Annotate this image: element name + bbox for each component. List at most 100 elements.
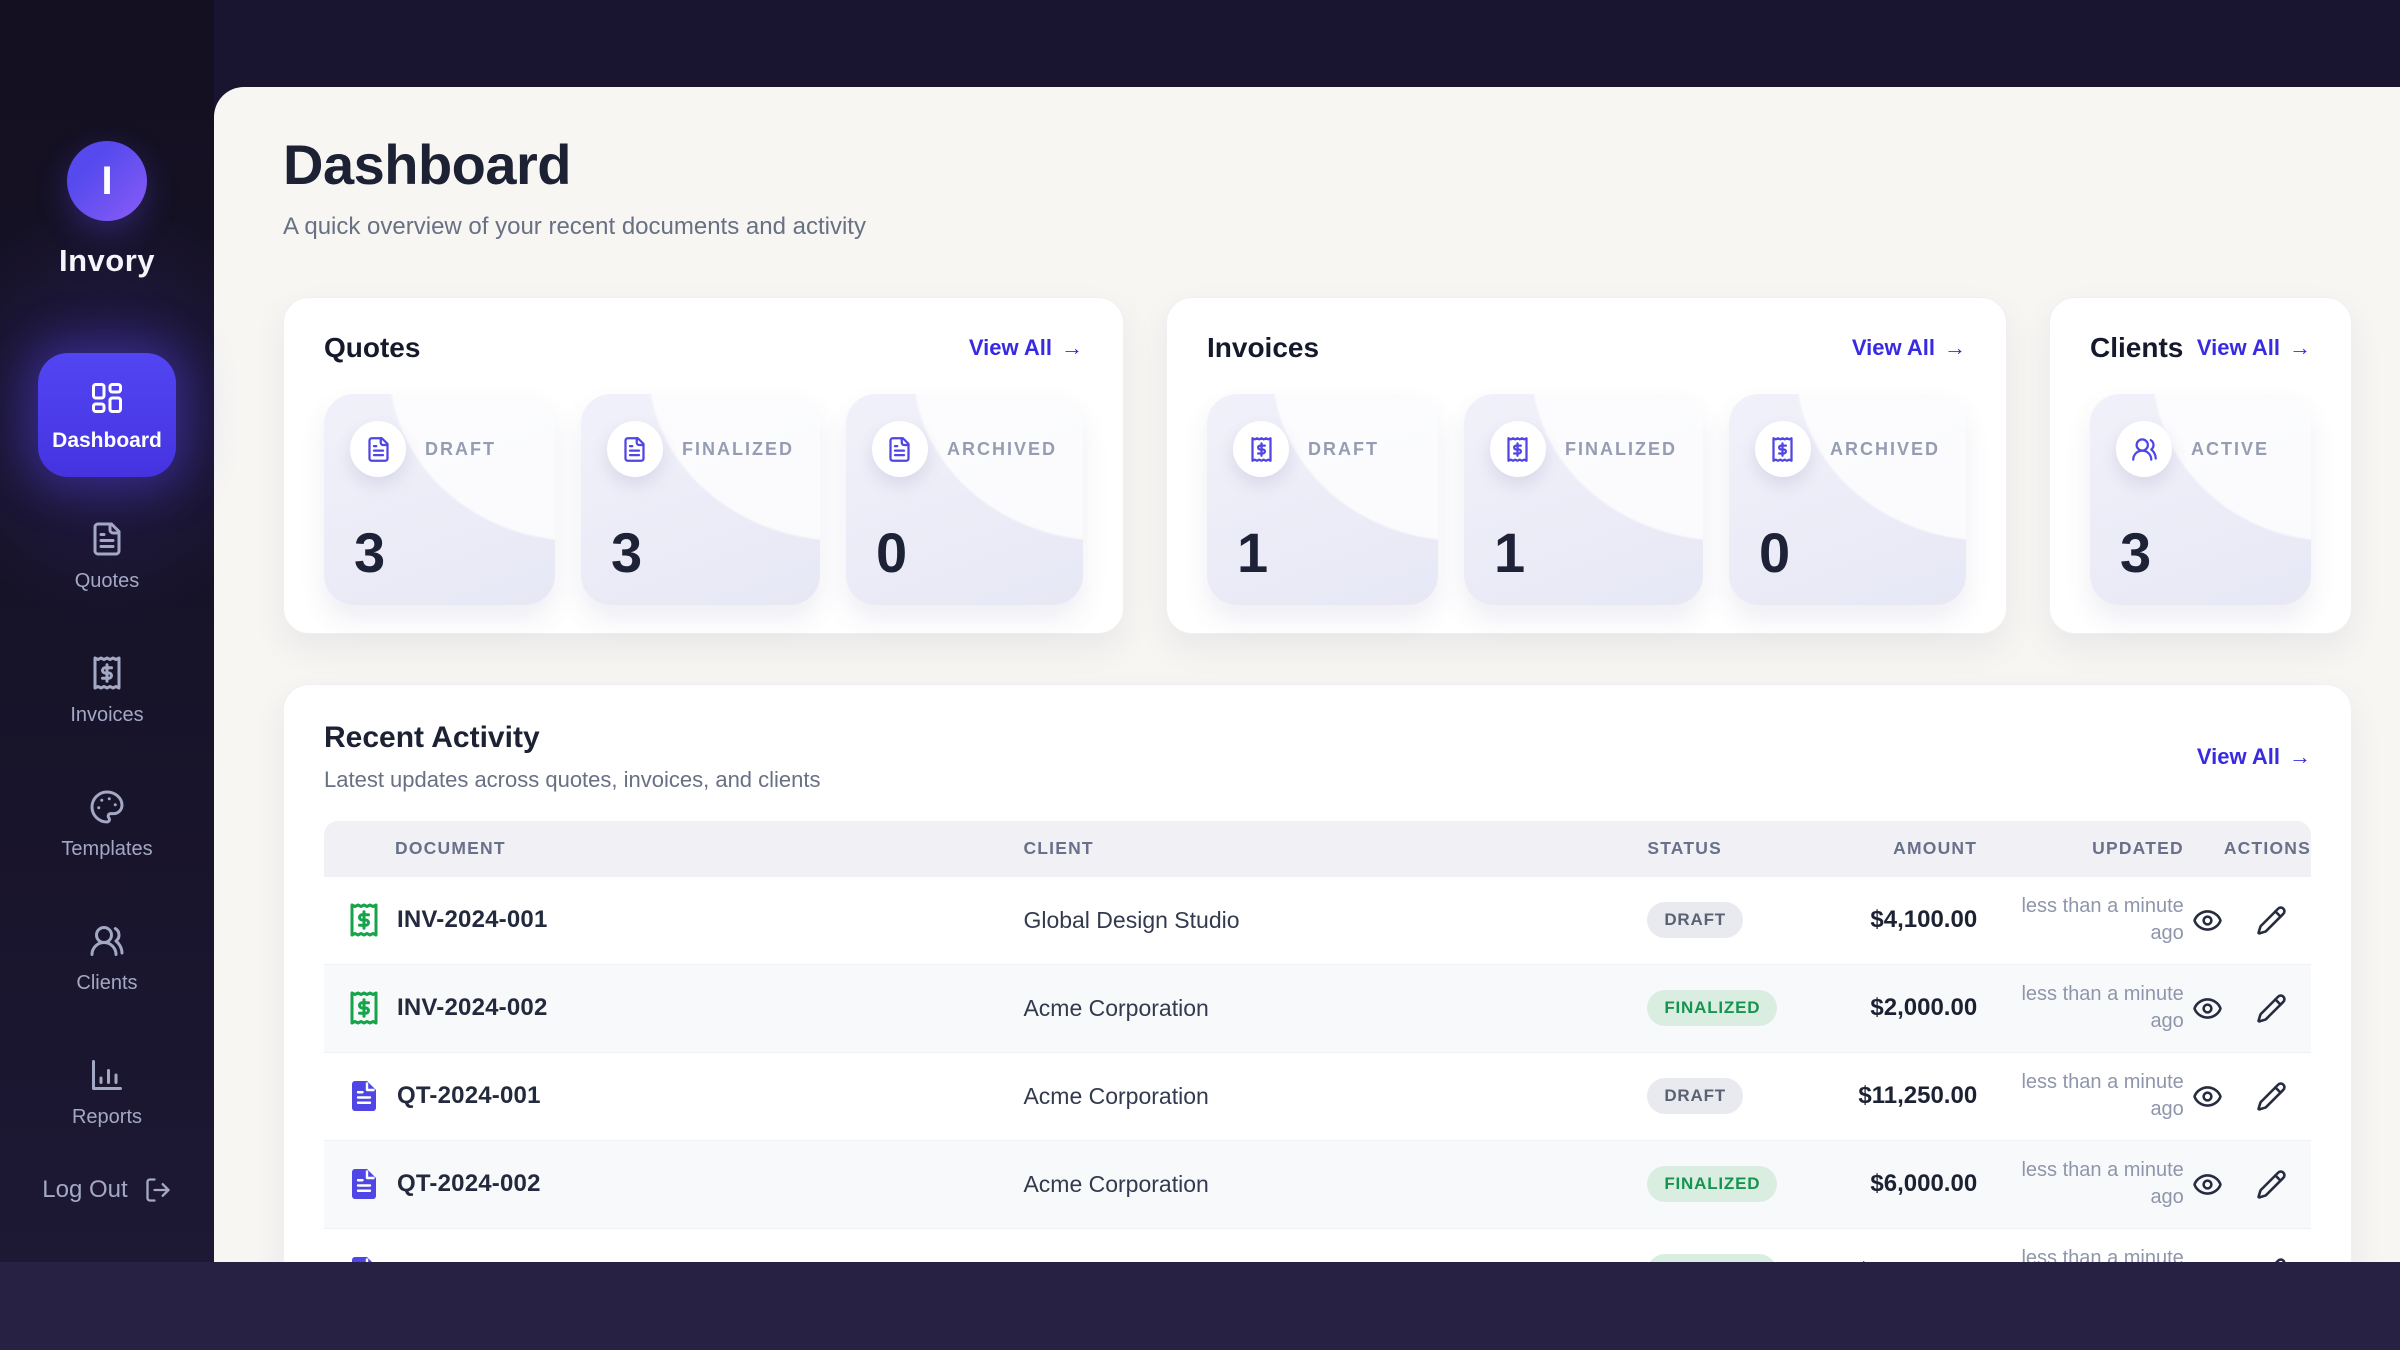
stat-tile-clients-active: ACTIVE 3: [2090, 394, 2311, 605]
arrow-right-icon: →: [2289, 335, 2311, 361]
stat-value: 3: [611, 525, 794, 581]
edit-icon[interactable]: [2256, 1169, 2287, 1200]
receipt-icon: [1755, 421, 1811, 477]
table-row[interactable]: INV-2024-001 Global Design Studio DRAFT …: [324, 876, 2311, 964]
stat-tile-invoices-finalized: FINALIZED 1: [1464, 394, 1703, 605]
file-icon: [346, 1078, 382, 1114]
edit-icon[interactable]: [2256, 905, 2287, 936]
brand-logo: I: [67, 141, 147, 221]
brand-logo-letter: I: [101, 159, 112, 204]
receipt-icon: [346, 902, 382, 938]
stat-label: FINALIZED: [682, 439, 794, 460]
logout-label: Log Out: [42, 1176, 127, 1204]
updated-time: less than a minute ago: [1977, 876, 2184, 964]
table-row[interactable]: QT-2024-001 Acme Corporation DRAFT $11,2…: [324, 1052, 2311, 1140]
sidebar-item-label: Quotes: [75, 570, 139, 593]
client-name: Acme Corporation: [1023, 1140, 1647, 1228]
amount: $11,250.00: [1846, 1052, 1977, 1140]
sidebar-item-label: Invoices: [70, 704, 143, 727]
stat-value: 3: [2120, 525, 2285, 581]
sidebar-nav: Dashboard Quotes Invoices Templates Clie…: [0, 353, 214, 1191]
updated-time: less than a minute ago: [1977, 1052, 2184, 1140]
sidebar-item-label: Dashboard: [52, 429, 162, 453]
file-icon: [346, 1166, 382, 1202]
file-icon: [350, 421, 406, 477]
arrow-right-icon: →: [1061, 335, 1083, 361]
view-icon[interactable]: [2192, 905, 2223, 936]
stat-value: 3: [354, 525, 529, 581]
stat-label: DRAFT: [425, 439, 496, 460]
sidebar-item-invoices[interactable]: Invoices: [70, 655, 143, 727]
client-name: Global Design Studio: [1023, 876, 1647, 964]
invoices-card: Invoices View All → DRAFT: [1166, 297, 2007, 634]
stat-tile-invoices-draft: DRAFT 1: [1207, 394, 1438, 605]
receipt-icon: [346, 990, 382, 1026]
edit-icon[interactable]: [2256, 1081, 2287, 1112]
quotes-card: Quotes View All → DRAFT: [283, 297, 1124, 634]
stat-tile-invoices-archived: ARCHIVED 0: [1729, 394, 1966, 605]
sidebar-item-templates[interactable]: Templates: [61, 789, 152, 861]
file-icon: [89, 521, 125, 557]
edit-icon[interactable]: [2256, 993, 2287, 1024]
column-header-updated: UPDATED: [1977, 821, 2184, 876]
card-title: Quotes: [324, 332, 420, 364]
clients-view-all-link[interactable]: View All →: [2197, 335, 2311, 361]
sidebar: I Invory Dashboard Quotes Invoices: [0, 0, 214, 1262]
table-row[interactable]: INV-2024-002 Acme Corporation FINALIZED …: [324, 964, 2311, 1052]
recent-activity-title: Recent Activity: [324, 721, 821, 755]
summary-cards-row: Quotes View All → DRAFT: [283, 297, 2352, 634]
updated-time: less than a minute ago: [1977, 964, 2184, 1052]
view-all-label: View All: [2197, 335, 2280, 361]
status-badge: FINALIZED: [1647, 1254, 1777, 1262]
stat-tile-quotes-archived: ARCHIVED 0: [846, 394, 1083, 605]
view-all-label: View All: [969, 335, 1052, 361]
logout-icon: [144, 1176, 172, 1204]
view-icon[interactable]: [2192, 1169, 2223, 1200]
page-subtitle: A quick overview of your recent document…: [283, 213, 2352, 241]
app-window: I Invory Dashboard Quotes Invoices: [0, 0, 2400, 1350]
table-header-row: DOCUMENT CLIENT STATUS AMOUNT UPDATED AC…: [324, 821, 2311, 876]
invoices-view-all-link[interactable]: View All →: [1852, 335, 1966, 361]
recent-activity-table: DOCUMENT CLIENT STATUS AMOUNT UPDATED AC…: [324, 821, 2311, 1262]
palette-icon: [89, 789, 125, 825]
sidebar-item-dashboard[interactable]: Dashboard: [38, 353, 176, 477]
column-header-document: DOCUMENT: [324, 821, 1023, 876]
stat-tile-quotes-finalized: FINALIZED 3: [581, 394, 820, 605]
document-id: INV-2024-002: [397, 994, 548, 1022]
stat-label: ARCHIVED: [1830, 439, 1940, 460]
arrow-right-icon: →: [2289, 744, 2311, 770]
card-title: Invoices: [1207, 332, 1319, 364]
quotes-view-all-link[interactable]: View All →: [969, 335, 1083, 361]
card-title: Clients: [2090, 332, 2183, 364]
status-badge: FINALIZED: [1647, 1166, 1777, 1202]
table-row[interactable]: QT-2024-003 TechStart Inc. FINALIZED $70…: [324, 1228, 2311, 1262]
table-row[interactable]: QT-2024-002 Acme Corporation FINALIZED $…: [324, 1140, 2311, 1228]
view-icon[interactable]: [2192, 1081, 2223, 1112]
logout-button[interactable]: Log Out: [0, 1176, 214, 1204]
file-icon: [607, 421, 663, 477]
file-icon: [346, 1254, 382, 1262]
status-badge: DRAFT: [1647, 902, 1743, 938]
stat-label: ARCHIVED: [947, 439, 1057, 460]
document-id: INV-2024-001: [397, 906, 548, 934]
bar-chart-icon: [89, 1057, 125, 1093]
recent-activity-view-all-link[interactable]: View All →: [2197, 744, 2311, 770]
recent-activity-card: Recent Activity Latest updates across qu…: [283, 684, 2352, 1262]
view-icon[interactable]: [2192, 993, 2223, 1024]
updated-time: less than a minute ago: [1977, 1140, 2184, 1228]
sidebar-item-quotes[interactable]: Quotes: [75, 521, 139, 593]
stat-tile-quotes-draft: DRAFT 3: [324, 394, 555, 605]
stat-value: 0: [876, 525, 1057, 581]
users-icon: [89, 923, 125, 959]
sidebar-item-label: Reports: [72, 1106, 142, 1129]
sidebar-item-clients[interactable]: Clients: [76, 923, 137, 995]
sidebar-item-reports[interactable]: Reports: [72, 1057, 142, 1129]
document-id: QT-2024-002: [397, 1170, 541, 1198]
stat-value: 0: [1759, 525, 1940, 581]
column-header-actions: ACTIONS: [2184, 821, 2311, 876]
status-badge: DRAFT: [1647, 1078, 1743, 1114]
client-name: TechStart Inc.: [1023, 1228, 1647, 1262]
column-header-client: CLIENT: [1023, 821, 1647, 876]
view-all-label: View All: [1852, 335, 1935, 361]
arrow-right-icon: →: [1944, 335, 1966, 361]
